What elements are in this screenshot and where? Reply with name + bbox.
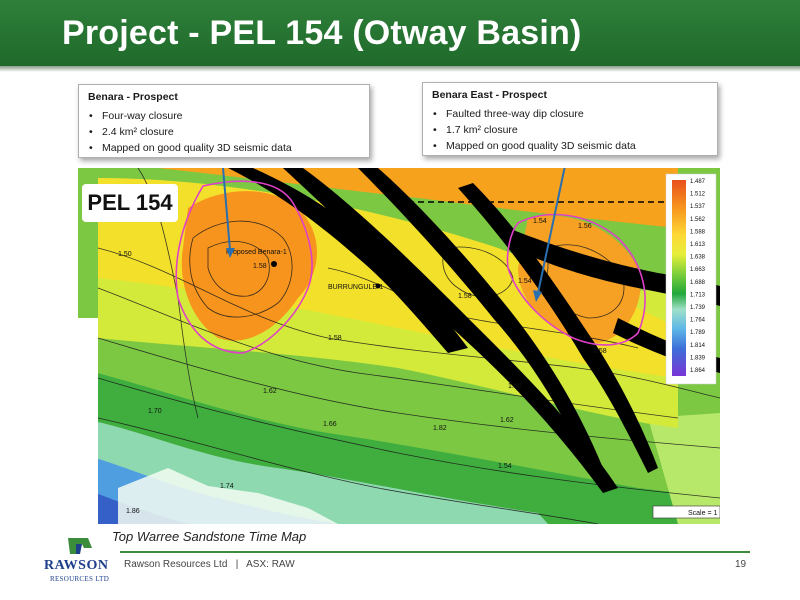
footer-company-name: Rawson Resources Ltd [124,559,228,570]
footer-separator: | [235,559,239,570]
contour-label: 1.58 [253,263,267,270]
scale-label: Scale = 1 [688,510,717,517]
legend-value: 1.814 [690,343,706,349]
legend-value: 1.537 [690,204,706,210]
legend-value: 1.864 [690,368,706,374]
footer-company: Rawson Resources Ltd | ASX: RAW [124,559,295,570]
legend-value: 1.588 [690,229,706,235]
legend-value: 1.789 [690,330,706,336]
contour-label: 1.62 [500,417,514,424]
contour-label: 1.82 [433,425,447,432]
callout-bullets: Four-way closure 2.4 km² closure Mapped … [88,108,360,156]
contour-label: 1.58 [593,348,607,355]
legend-value: 1.613 [690,242,706,248]
callout-bullets: Faulted three-way dip closure 1.7 km² cl… [432,106,708,154]
legend-value: 1.739 [690,305,706,311]
page-number: 19 [735,559,747,570]
page-title: Project - PEL 154 (Otway Basin) [62,14,582,52]
contour-label: 1.66 [323,421,337,428]
pel-label: PEL 154 [82,184,178,222]
legend-value: 1.512 [690,192,706,198]
callout-title: Benara - Prospect [88,91,178,103]
contour-label: 1.70 [148,408,162,415]
callout-bullet: 1.7 km² closure [432,122,708,138]
callout-benara: Benara - Prospect Four-way closure 2.4 k… [78,84,370,158]
callout-benara-east: Benara East - Prospect Faulted three-way… [422,82,718,156]
contour-label: 1.56 [578,223,592,230]
callout-bullet: Four-way closure [88,108,360,124]
contour-label: 1.58 [328,335,342,342]
title-bar: Project - PEL 154 (Otway Basin) [0,0,800,66]
callout-bullet: 2.4 km² closure [88,124,360,140]
contour-label: 1.74 [220,483,234,490]
callout-bullet: Mapped on good quality 3D seismic data [432,138,708,154]
legend-value: 1.688 [690,280,706,286]
legend-value: 1.663 [690,267,706,273]
contour-label: 1.54 [498,463,512,470]
contour-label: 1.86 [126,508,140,515]
legend-value: 1.638 [690,255,706,261]
well-existing-label: BURRUNGULE-1 [328,284,383,291]
contour-label: 1.54 [533,218,547,225]
contour-label: 1.50 [118,251,132,258]
contour-label: 1.58 [508,383,522,390]
legend-value: 1.713 [690,292,706,298]
legend-value: 1.487 [690,179,706,185]
title-shadow [0,66,800,72]
legend-value: 1.839 [690,355,706,361]
contour-label: 1.58 [458,293,472,300]
callout-bullet: Faulted three-way dip closure [432,106,708,122]
legend-value: 1.764 [690,318,706,324]
well-proposed-label: Proposed Benara-1 [226,249,287,256]
footer-ticker: ASX: RAW [246,559,295,570]
callout-bullet: Mapped on good quality 3D seismic data [88,140,360,156]
logo-subtext: RESOURCES LTD [50,575,110,583]
callout-title: Benara East - Prospect [432,89,547,101]
legend-value: 1.562 [690,217,706,223]
contour-label: 1.62 [263,388,277,395]
contour-label: 1.54 [518,278,532,285]
slide: Project - PEL 154 (Otway Basin) Proposed… [0,0,800,600]
logo-wordmark: RAWSON [44,558,109,573]
map-caption: Top Warree Sandstone Time Map [112,529,307,544]
footer-rule [120,551,750,553]
